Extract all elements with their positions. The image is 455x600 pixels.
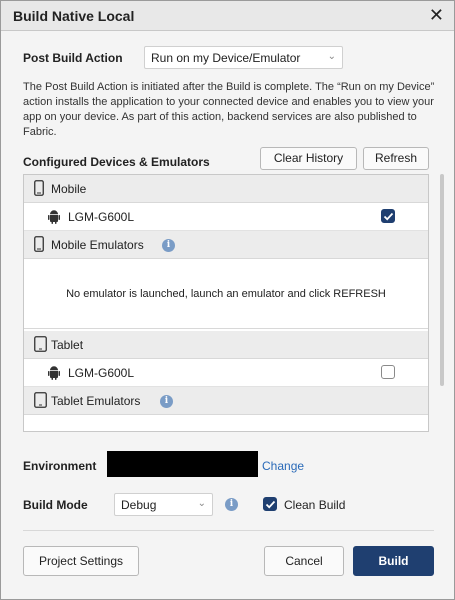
dialog-title: Build Native Local (13, 8, 135, 24)
tablet-icon (34, 336, 47, 355)
dialog-titlebar: Build Native Local ✕ (1, 1, 454, 31)
post-build-action-select[interactable]: Run on my Device/Emulator ⌄ (144, 46, 343, 69)
cancel-button[interactable]: Cancel (264, 546, 344, 576)
build-mode-value: Debug (121, 498, 157, 512)
empty-emulator-message: No emulator is launched, launch an emula… (66, 288, 386, 300)
devices-list: Mobile LGM-G600L Mobile Emulators i No e… (23, 174, 429, 432)
device-checkbox-mobile-lgm[interactable] (381, 209, 395, 223)
build-native-local-dialog: Build Native Local ✕ Post Build Action R… (0, 0, 455, 600)
tablet-icon (34, 392, 47, 411)
post-build-action-label: Post Build Action (23, 51, 123, 65)
build-mode-label: Build Mode (23, 498, 88, 512)
clean-build-label[interactable]: Clean Build (284, 498, 345, 512)
group-tablet[interactable]: Tablet (24, 331, 428, 359)
refresh-button[interactable]: Refresh (363, 147, 429, 170)
phone-icon (34, 236, 44, 255)
chevron-down-icon: ⌄ (197, 498, 206, 509)
footer-divider (23, 530, 434, 531)
mobile-emulators-empty-area: No emulator is launched, launch an emula… (24, 259, 428, 329)
close-icon[interactable]: ✕ (429, 5, 444, 25)
change-environment-link[interactable]: Change (262, 459, 304, 473)
device-name: LGM-G600L (68, 366, 135, 380)
android-icon (48, 366, 60, 383)
device-name: LGM-G600L (68, 210, 135, 224)
group-tablet-emulators-label: Tablet Emulators (51, 394, 141, 408)
clean-build-checkbox[interactable] (263, 497, 277, 511)
environment-label: Environment (23, 459, 97, 473)
group-mobile-emulators-label: Mobile Emulators (51, 238, 144, 252)
build-button[interactable]: Build (353, 546, 434, 576)
group-mobile[interactable]: Mobile (24, 175, 428, 203)
environment-value-redacted (107, 451, 258, 477)
post-build-description: The Post Build Action is initiated after… (23, 81, 435, 138)
android-icon (48, 210, 60, 227)
post-build-action-value: Run on my Device/Emulator (151, 51, 301, 65)
clear-history-button[interactable]: Clear History (260, 147, 357, 170)
configured-devices-label: Configured Devices & Emulators (23, 155, 210, 169)
device-checkbox-tablet-lgm[interactable] (381, 365, 395, 379)
group-tablet-emulators[interactable]: Tablet Emulators i (24, 387, 428, 415)
build-mode-select[interactable]: Debug ⌄ (114, 493, 213, 516)
chevron-down-icon: ⌄ (327, 51, 336, 62)
group-mobile-label: Mobile (51, 182, 87, 196)
group-mobile-emulators[interactable]: Mobile Emulators i (24, 231, 428, 259)
device-row-tablet-lgm[interactable]: LGM-G600L (24, 359, 428, 387)
device-row-mobile-lgm[interactable]: LGM-G600L (24, 203, 428, 231)
info-icon[interactable]: i (225, 498, 238, 511)
devices-list-scrollbar[interactable] (440, 174, 444, 386)
group-tablet-label: Tablet (51, 338, 84, 352)
project-settings-button[interactable]: Project Settings (23, 546, 139, 576)
info-icon[interactable]: i (162, 239, 175, 252)
phone-icon (34, 180, 44, 199)
info-icon[interactable]: i (160, 395, 173, 408)
